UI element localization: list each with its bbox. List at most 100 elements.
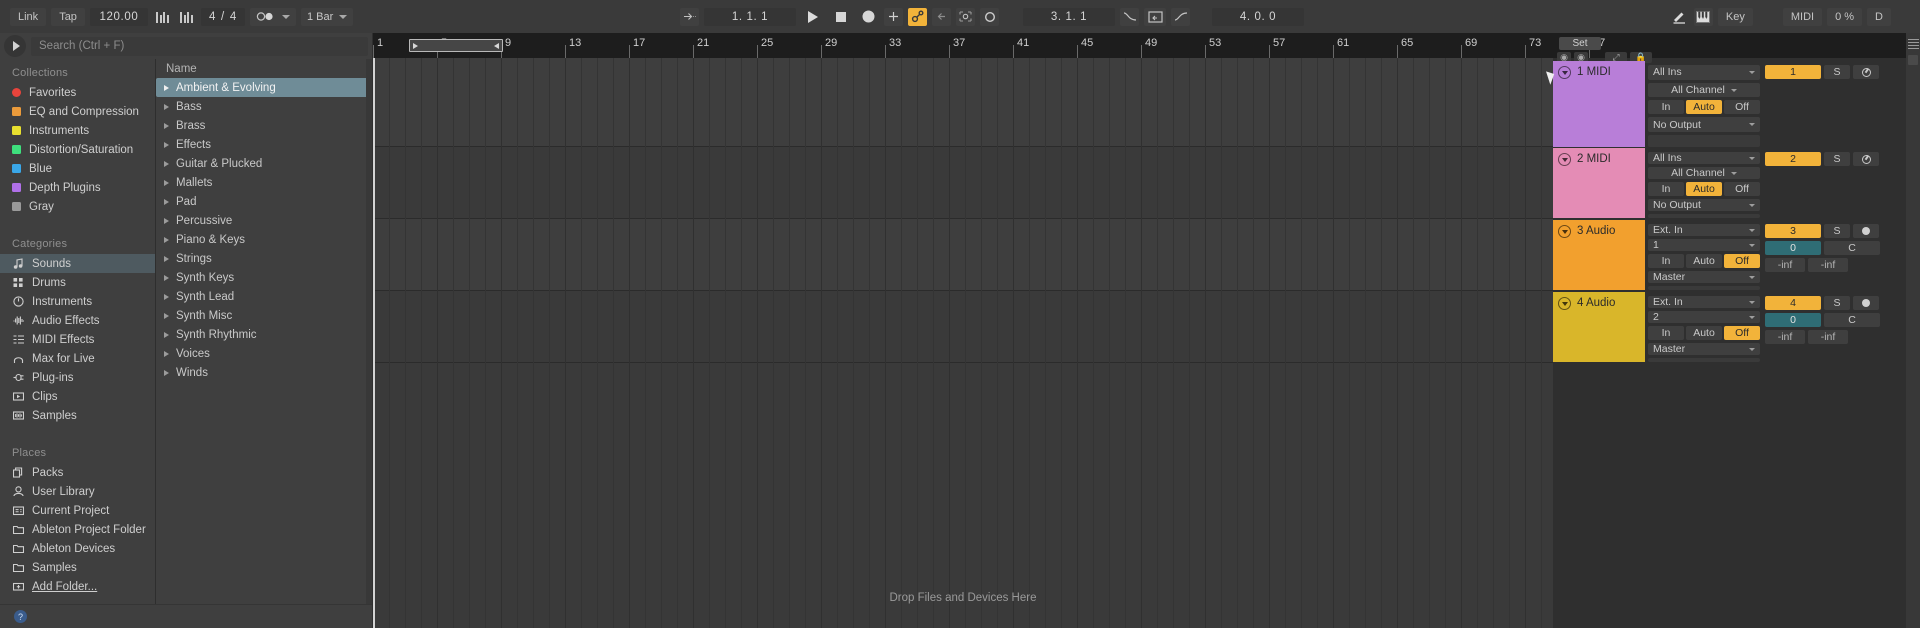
list-item[interactable]: Voices: [156, 344, 372, 363]
track-color-strip[interactable]: 3 Audio: [1553, 220, 1645, 290]
expand-triangle-icon[interactable]: [164, 123, 169, 129]
monitor-auto-button[interactable]: Auto: [1686, 182, 1722, 196]
solo-button[interactable]: S: [1824, 224, 1850, 238]
expand-triangle-icon[interactable]: [164, 351, 169, 357]
expand-triangle-icon[interactable]: [164, 237, 169, 243]
input-type-select[interactable]: All Ins: [1648, 152, 1760, 164]
record-arm-icon[interactable]: [1853, 65, 1879, 79]
collection-item-instruments[interactable]: Instruments: [0, 121, 155, 140]
expand-triangle-icon[interactable]: [164, 161, 169, 167]
nudge-icon[interactable]: [177, 8, 196, 26]
expand-triangle-icon[interactable]: [164, 180, 169, 186]
monitor-auto-button[interactable]: Auto: [1686, 254, 1722, 268]
monitor-off-button[interactable]: Off: [1724, 100, 1760, 114]
list-item[interactable]: Effects: [156, 135, 372, 154]
record-arm-icon[interactable]: [1853, 296, 1879, 310]
expand-triangle-icon[interactable]: [164, 332, 169, 338]
list-item[interactable]: Synth Keys: [156, 268, 372, 287]
sidebar-item-add-folder[interactable]: Add Folder...: [0, 577, 155, 596]
track-header-4[interactable]: 4 Audio Ext. In 2 In Auto Off Master 4: [1553, 292, 1920, 362]
list-item[interactable]: Synth Rhythmic: [156, 325, 372, 344]
monitor-off-button[interactable]: Off: [1724, 254, 1760, 268]
sidebar-item-packs[interactable]: Packs: [0, 463, 155, 482]
solo-button[interactable]: S: [1824, 152, 1850, 166]
list-item[interactable]: Mallets: [156, 173, 372, 192]
output-channel-slot[interactable]: [1648, 358, 1760, 362]
input-type-select[interactable]: Ext. In: [1648, 296, 1760, 308]
track-name[interactable]: 4 Audio: [1577, 297, 1615, 309]
input-channel-select[interactable]: All Channel: [1648, 167, 1760, 179]
output-select[interactable]: No Output: [1648, 117, 1760, 132]
expand-triangle-icon[interactable]: [164, 256, 169, 262]
list-item[interactable]: Guitar & Plucked: [156, 154, 372, 173]
track-fold-icon[interactable]: [1558, 66, 1571, 79]
volume-display[interactable]: 0: [1765, 241, 1821, 255]
list-item[interactable]: Brass: [156, 116, 372, 135]
add-automation-button[interactable]: [884, 8, 903, 26]
track-color-strip[interactable]: 2 MIDI: [1553, 148, 1645, 218]
track-name[interactable]: 2 MIDI: [1577, 153, 1611, 165]
monitor-in-button[interactable]: In: [1648, 182, 1684, 196]
monitor-in-button[interactable]: In: [1648, 326, 1684, 340]
expand-triangle-icon[interactable]: [164, 275, 169, 281]
sidebar-item-samples-place[interactable]: Samples: [0, 558, 155, 577]
pan-display[interactable]: C: [1824, 313, 1880, 327]
expand-triangle-icon[interactable]: [164, 199, 169, 205]
browser-scrollbar[interactable]: [366, 59, 372, 628]
capture-midi-button[interactable]: [956, 8, 975, 26]
input-type-select[interactable]: All Ins: [1648, 65, 1760, 80]
output-channel-slot[interactable]: [1648, 214, 1760, 218]
record-button[interactable]: [857, 8, 879, 26]
monitor-in-button[interactable]: In: [1648, 100, 1684, 114]
arm-button[interactable]: 2: [1765, 152, 1821, 166]
output-select[interactable]: Master: [1648, 271, 1760, 283]
expand-triangle-icon[interactable]: [164, 313, 169, 319]
monitor-auto-button[interactable]: Auto: [1686, 100, 1722, 114]
help-icon[interactable]: ?: [14, 610, 27, 623]
beat-time-ruler[interactable]: 1 5 9 13 17 21 25 29 33 37 41 45 49 53 5…: [373, 33, 1920, 58]
track-name[interactable]: 3 Audio: [1577, 225, 1615, 237]
sidebar-item-current-project[interactable]: Current Project: [0, 501, 155, 520]
loop-switch-button[interactable]: [1144, 8, 1166, 26]
list-item[interactable]: Ambient & Evolving: [156, 78, 372, 97]
collection-item-blue[interactable]: Blue: [0, 159, 155, 178]
output-select[interactable]: Master: [1648, 343, 1760, 355]
track-header-1[interactable]: 1 MIDI All Ins All Channel In Auto Off N…: [1553, 61, 1920, 147]
arrangement-grid[interactable]: Drop Files and Devices Here: [373, 58, 1553, 628]
live-logo-icon[interactable]: [4, 35, 26, 57]
sidebar-item-midi-effects[interactable]: MIDI Effects: [0, 330, 155, 349]
name-column-header[interactable]: Name: [156, 59, 372, 78]
output-channel-slot[interactable]: [1648, 286, 1760, 290]
track-name[interactable]: 1 MIDI: [1577, 66, 1611, 78]
link-button[interactable]: Link: [10, 8, 46, 26]
monitor-auto-button[interactable]: Auto: [1686, 326, 1722, 340]
input-type-select[interactable]: Ext. In: [1648, 224, 1760, 236]
list-item[interactable]: Percussive: [156, 211, 372, 230]
track-color-strip[interactable]: 4 Audio: [1553, 292, 1645, 362]
arm-button[interactable]: 3: [1765, 224, 1821, 238]
follow-button[interactable]: [250, 8, 296, 26]
input-channel-select[interactable]: 2: [1648, 311, 1760, 323]
sidebar-item-max-for-live[interactable]: Max for Live: [0, 349, 155, 368]
input-channel-select[interactable]: 1: [1648, 239, 1760, 251]
automation-arm-button[interactable]: [908, 8, 927, 26]
sidebar-item-audio-effects[interactable]: Audio Effects: [0, 311, 155, 330]
pan-display[interactable]: C: [1824, 241, 1880, 255]
input-channel-select[interactable]: All Channel: [1648, 83, 1760, 98]
collection-item-favorites[interactable]: Favorites: [0, 83, 155, 102]
quantization-select[interactable]: 1 Bar: [301, 8, 353, 26]
playhead[interactable]: [373, 58, 375, 628]
sidebar-item-clips[interactable]: Clips: [0, 387, 155, 406]
arrangement-position-field[interactable]: 1. 1. 1: [704, 8, 796, 26]
tap-tempo-button[interactable]: Tap: [51, 8, 85, 26]
search-input[interactable]: Search (Ctrl + F): [31, 37, 368, 56]
track-lane-2[interactable]: [373, 147, 1553, 218]
output-channel-slot[interactable]: [1648, 135, 1760, 147]
punch-in-button[interactable]: [1120, 8, 1139, 26]
expand-triangle-icon[interactable]: [164, 370, 169, 376]
computer-midi-keyboard-button[interactable]: [1694, 8, 1713, 26]
track-fold-icon[interactable]: [1558, 225, 1571, 238]
sidebar-item-instruments[interactable]: Instruments: [0, 292, 155, 311]
output-select[interactable]: No Output: [1648, 199, 1760, 211]
list-view-icon[interactable]: [1908, 39, 1919, 49]
